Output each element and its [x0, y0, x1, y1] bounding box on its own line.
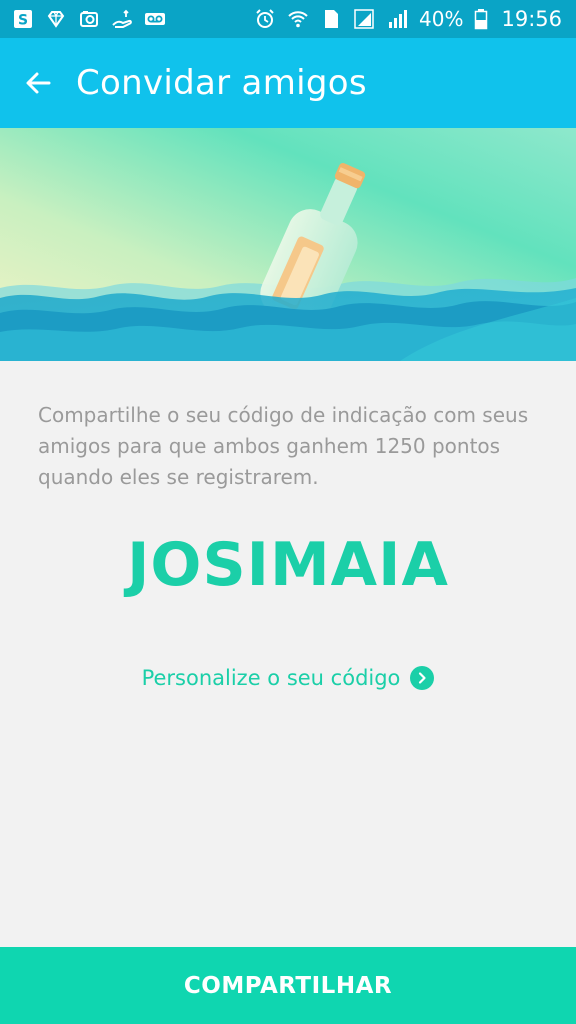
- chevron-right-icon: [410, 666, 435, 690]
- bottle-in-sea-illustration: [0, 128, 576, 361]
- referral-code: JOSIMAIA: [127, 530, 449, 600]
- alarm-icon: [254, 8, 276, 30]
- arrow-left-icon: [26, 72, 51, 94]
- battery-percentage: 40%: [419, 7, 464, 31]
- back-button[interactable]: [0, 38, 76, 128]
- page-title: Convidar amigos: [76, 63, 367, 103]
- share-button[interactable]: COMPARTILHAR: [0, 947, 576, 1024]
- diamond-icon: [45, 8, 67, 30]
- customize-code-label: Personalize o seu código: [141, 666, 401, 690]
- s-app-icon: S: [12, 8, 34, 30]
- sim1-icon: [320, 8, 342, 30]
- hero-illustration: [0, 128, 576, 361]
- battery-icon: [474, 8, 488, 30]
- customize-code-link[interactable]: Personalize o seu código: [0, 666, 576, 690]
- photo-icon: [78, 8, 100, 30]
- app-bar: Convidar amigos: [0, 38, 576, 128]
- clock: 19:56: [501, 7, 562, 31]
- voicemail-icon: [144, 8, 166, 30]
- status-bar-system: 40% 19:56: [254, 7, 562, 31]
- wifi-icon: [287, 8, 309, 30]
- status-bar-notifications: S: [12, 8, 166, 30]
- svg-text:S: S: [18, 13, 28, 29]
- signal2-icon: [386, 8, 408, 30]
- hand-money-icon: [111, 8, 133, 30]
- status-bar: S 40% 19:56: [0, 0, 576, 38]
- referral-description: Compartilhe o seu código de indicação co…: [38, 403, 529, 489]
- signal-icon: [353, 8, 375, 30]
